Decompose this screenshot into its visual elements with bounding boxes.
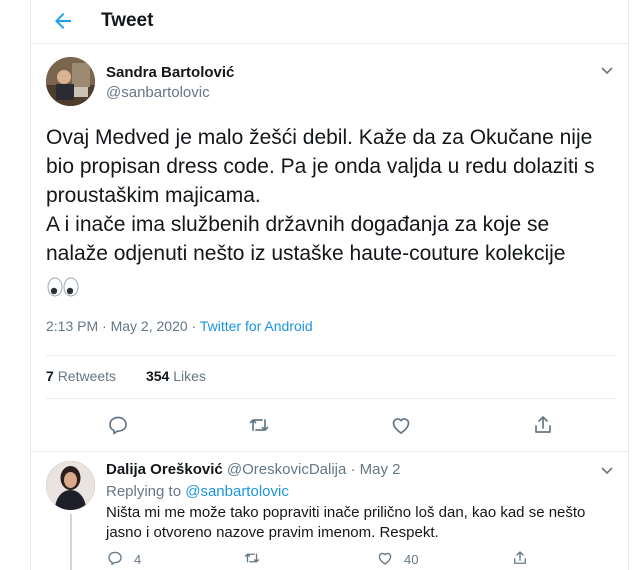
meta-separator: ·: [191, 318, 197, 334]
replying-to-link[interactable]: @sanbartolovic: [185, 483, 289, 500]
reply-icon[interactable]: [106, 549, 124, 567]
like-count: 40: [404, 552, 419, 567]
arrow-left-icon[interactable]: [51, 9, 75, 33]
replying-label: Replying to: [106, 483, 182, 500]
tweet-source-link[interactable]: Twitter for Android: [200, 318, 313, 334]
tweet-date[interactable]: May 2, 2020: [111, 318, 188, 334]
page-title: Tweet: [101, 10, 154, 31]
chevron-down-icon[interactable]: [599, 462, 615, 478]
reply-author-name[interactable]: Dalija Orešković: [106, 461, 223, 478]
reply-date[interactable]: May 2: [360, 461, 401, 478]
likes-label: Likes: [173, 368, 206, 384]
heart-icon[interactable]: [376, 549, 394, 567]
divider: [31, 451, 628, 452]
chevron-down-icon[interactable]: [599, 62, 615, 78]
avatar[interactable]: [46, 57, 95, 106]
retweet-icon[interactable]: [243, 549, 261, 567]
heart-icon[interactable]: [389, 413, 413, 437]
author-handle[interactable]: @sanbartolovic: [106, 84, 210, 101]
reply-header: Dalija Orešković @OreskovicDalija · May …: [106, 461, 401, 478]
avatar[interactable]: [46, 461, 95, 510]
divider: [46, 355, 616, 356]
likes-stat[interactable]: 354 Likes: [146, 368, 206, 384]
share-icon[interactable]: [531, 413, 555, 437]
tweet-column: Tweet Sandra Bartolović @sanbartolovic O…: [30, 0, 629, 570]
tweet-stats: 7 Retweets 354 Likes: [46, 368, 206, 384]
retweet-icon[interactable]: [247, 413, 271, 437]
divider: [46, 398, 616, 399]
eyes-emoji-icon: [47, 277, 79, 297]
retweets-stat[interactable]: 7 Retweets: [46, 368, 116, 384]
author-name[interactable]: Sandra Bartolović: [106, 64, 234, 81]
reply-text: Ništa mi me može tako popraviti inače pr…: [106, 504, 586, 541]
reply-icon[interactable]: [106, 413, 130, 437]
tweet-text: Ovaj Medved je malo žešći debil. Kaže da…: [46, 126, 595, 265]
reply-separator: ·: [350, 461, 356, 478]
reply-count: 4: [134, 552, 142, 567]
tweet-time[interactable]: 2:13 PM: [46, 318, 98, 334]
tweet-meta: 2:13 PM · May 2, 2020 · Twitter for Andr…: [46, 318, 313, 334]
replying-to: Replying to @sanbartolovic: [106, 483, 289, 500]
retweets-count: 7: [46, 368, 54, 384]
retweets-label: Retweets: [57, 368, 117, 384]
header: Tweet: [31, 0, 628, 44]
share-icon[interactable]: [511, 549, 529, 567]
meta-separator: ·: [102, 318, 107, 334]
thread-line: [70, 514, 72, 570]
reply-author-handle[interactable]: @OreskovicDalija: [227, 461, 346, 478]
likes-count: 354: [145, 368, 170, 384]
